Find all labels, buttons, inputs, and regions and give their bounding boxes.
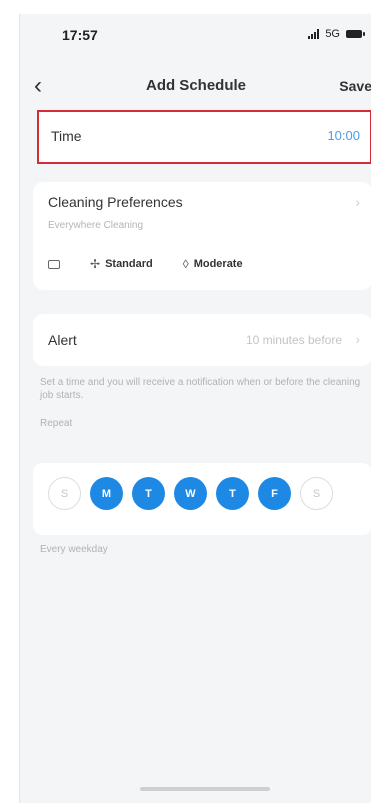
status-time: 17:57 xyxy=(62,27,98,43)
nav-bar: ‹ Add Schedule Save xyxy=(20,66,371,106)
water-drop-icon: ◊ xyxy=(182,257,189,271)
day-tuesday[interactable]: T xyxy=(132,477,165,510)
alert-label: Alert xyxy=(48,332,77,348)
day-sunday[interactable]: S xyxy=(48,477,81,510)
alert-hint: Set a time and you will receive a notifi… xyxy=(40,377,361,401)
repeat-label: Repeat xyxy=(40,418,73,429)
water-level: Moderate xyxy=(193,258,243,270)
cleaning-preferences-label: Cleaning Preferences xyxy=(48,194,183,210)
day-wednesday[interactable]: W xyxy=(174,477,207,510)
status-icons: 5G xyxy=(308,28,365,40)
network-type: 5G xyxy=(325,28,340,40)
home-indicator xyxy=(140,787,270,791)
chevron-right-icon: › xyxy=(355,194,360,210)
save-button[interactable]: Save xyxy=(339,78,371,94)
water-chip: ◊ Moderate xyxy=(183,257,243,271)
time-value[interactable]: 10:00 xyxy=(327,128,360,143)
page-title: Add Schedule xyxy=(145,77,246,94)
cleaning-mode-subtitle: Everywhere Cleaning xyxy=(48,220,144,231)
fan-icon: ✢ xyxy=(90,257,101,271)
signal-icon xyxy=(308,29,320,39)
time-label: Time xyxy=(51,128,82,144)
map-icon xyxy=(48,259,60,269)
app-screen: 17:57 5G ‹ Add Schedule Save Time 10:00 … xyxy=(19,14,371,803)
cleaning-preferences-card[interactable]: Cleaning Preferences › Everywhere Cleani… xyxy=(33,182,371,290)
repeat-summary: Every weekday xyxy=(40,544,108,555)
suction-chip: ✢ Standard xyxy=(90,257,153,271)
alert-row[interactable]: Alert 10 minutes before › xyxy=(33,314,371,366)
day-monday[interactable]: M xyxy=(90,477,123,510)
battery-icon xyxy=(346,30,365,38)
repeat-days-card: S M T W T F S xyxy=(33,463,371,535)
day-saturday[interactable]: S xyxy=(300,477,333,510)
alert-value: 10 minutes before xyxy=(245,333,342,347)
day-selector: S M T W T F S xyxy=(48,477,333,510)
day-thursday[interactable]: T xyxy=(216,477,249,510)
suction-level: Standard xyxy=(105,258,153,270)
map-chip xyxy=(48,259,60,269)
day-friday[interactable]: F xyxy=(258,477,291,510)
preference-chips: ✢ Standard ◊ Moderate xyxy=(48,257,273,271)
status-bar: 17:57 5G xyxy=(20,14,371,56)
time-row[interactable]: Time 10:00 xyxy=(37,110,371,164)
chevron-right-icon: › xyxy=(355,331,360,347)
